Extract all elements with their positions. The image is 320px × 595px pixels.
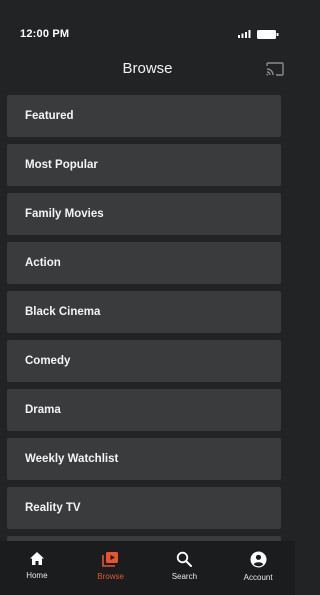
account-icon: [250, 551, 267, 568]
nav-label-browse: Browse: [97, 572, 124, 581]
nav-browse[interactable]: Browse: [74, 541, 148, 595]
category-item-most-popular[interactable]: Most Popular: [7, 144, 281, 186]
category-item-featured[interactable]: Featured: [7, 95, 281, 137]
home-icon: [29, 552, 44, 565]
category-item-reality-tv[interactable]: Reality TV: [7, 487, 281, 529]
cast-icon[interactable]: [266, 62, 284, 76]
category-list: Featured Most Popular Family Movies Acti…: [7, 95, 281, 544]
category-item-black-cinema[interactable]: Black Cinema: [7, 291, 281, 333]
signal-icon: [238, 30, 251, 38]
nav-label-search: Search: [171, 572, 198, 581]
search-icon: [177, 551, 193, 567]
status-bar: 12:00 PM: [0, 0, 295, 52]
browse-icon: [102, 552, 119, 567]
page-title: Browse: [122, 60, 173, 77]
nav-home[interactable]: Home: [0, 541, 74, 595]
category-item-action[interactable]: Action: [7, 242, 281, 284]
nav-label-account: Account: [243, 573, 273, 582]
category-item-comedy[interactable]: Comedy: [7, 340, 281, 382]
status-time: 12:00 PM: [20, 28, 70, 40]
app-bar: Browse: [0, 52, 295, 92]
category-item-family-movies[interactable]: Family Movies: [7, 193, 281, 235]
category-item-weekly-watchlist[interactable]: Weekly Watchlist: [7, 438, 281, 480]
nav-account[interactable]: Account: [221, 541, 295, 595]
nav-label-home: Home: [26, 571, 48, 580]
bottom-nav: Home Browse Search Account: [0, 541, 295, 595]
category-item-drama[interactable]: Drama: [7, 389, 281, 431]
nav-search[interactable]: Search: [148, 541, 222, 595]
battery-icon: [257, 30, 279, 39]
